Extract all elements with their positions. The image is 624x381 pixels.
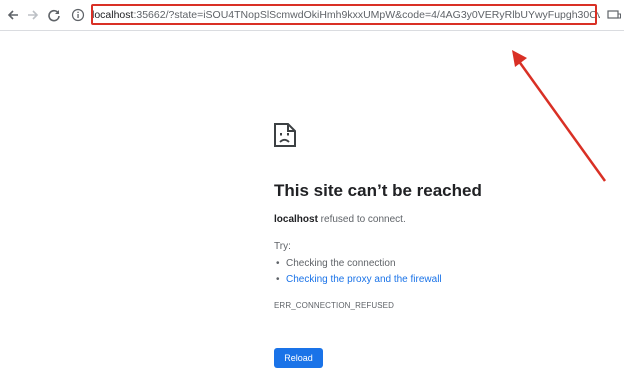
try-label: Try: xyxy=(274,241,291,252)
forward-arrow-icon xyxy=(28,10,39,20)
error-code: ERR_CONNECTION_REFUSED xyxy=(274,301,394,310)
error-title: This site can’t be reached xyxy=(274,181,482,200)
error-message: localhost refused to connect. xyxy=(274,214,406,225)
cast-icon xyxy=(607,10,621,19)
reload-button[interactable]: Reload xyxy=(274,348,323,368)
suggestion-link-text[interactable]: Checking the proxy and the firewall xyxy=(286,274,442,285)
url-highlight-box xyxy=(91,4,597,25)
bullet-icon: • xyxy=(276,258,280,269)
site-info-button[interactable] xyxy=(68,5,88,25)
browser-toolbar: localhost:35662/?state=iSOU4TNopSlScmwdO… xyxy=(0,0,624,31)
forward-button[interactable] xyxy=(23,5,43,25)
suggestion-item: • Checking the connection xyxy=(276,258,396,269)
suggestion-link[interactable]: • Checking the proxy and the firewall xyxy=(276,274,442,285)
reload-page-button[interactable] xyxy=(44,5,64,25)
error-host: localhost xyxy=(274,214,318,225)
back-button[interactable] xyxy=(3,5,23,25)
back-arrow-icon xyxy=(7,10,18,20)
cast-button[interactable] xyxy=(604,5,624,25)
sad-page-icon xyxy=(274,123,296,147)
suggestion-text: Checking the connection xyxy=(286,258,396,269)
info-icon xyxy=(71,8,85,22)
bullet-icon: • xyxy=(276,274,280,285)
refresh-icon xyxy=(48,9,60,22)
error-message-text: refused to connect. xyxy=(317,214,406,225)
